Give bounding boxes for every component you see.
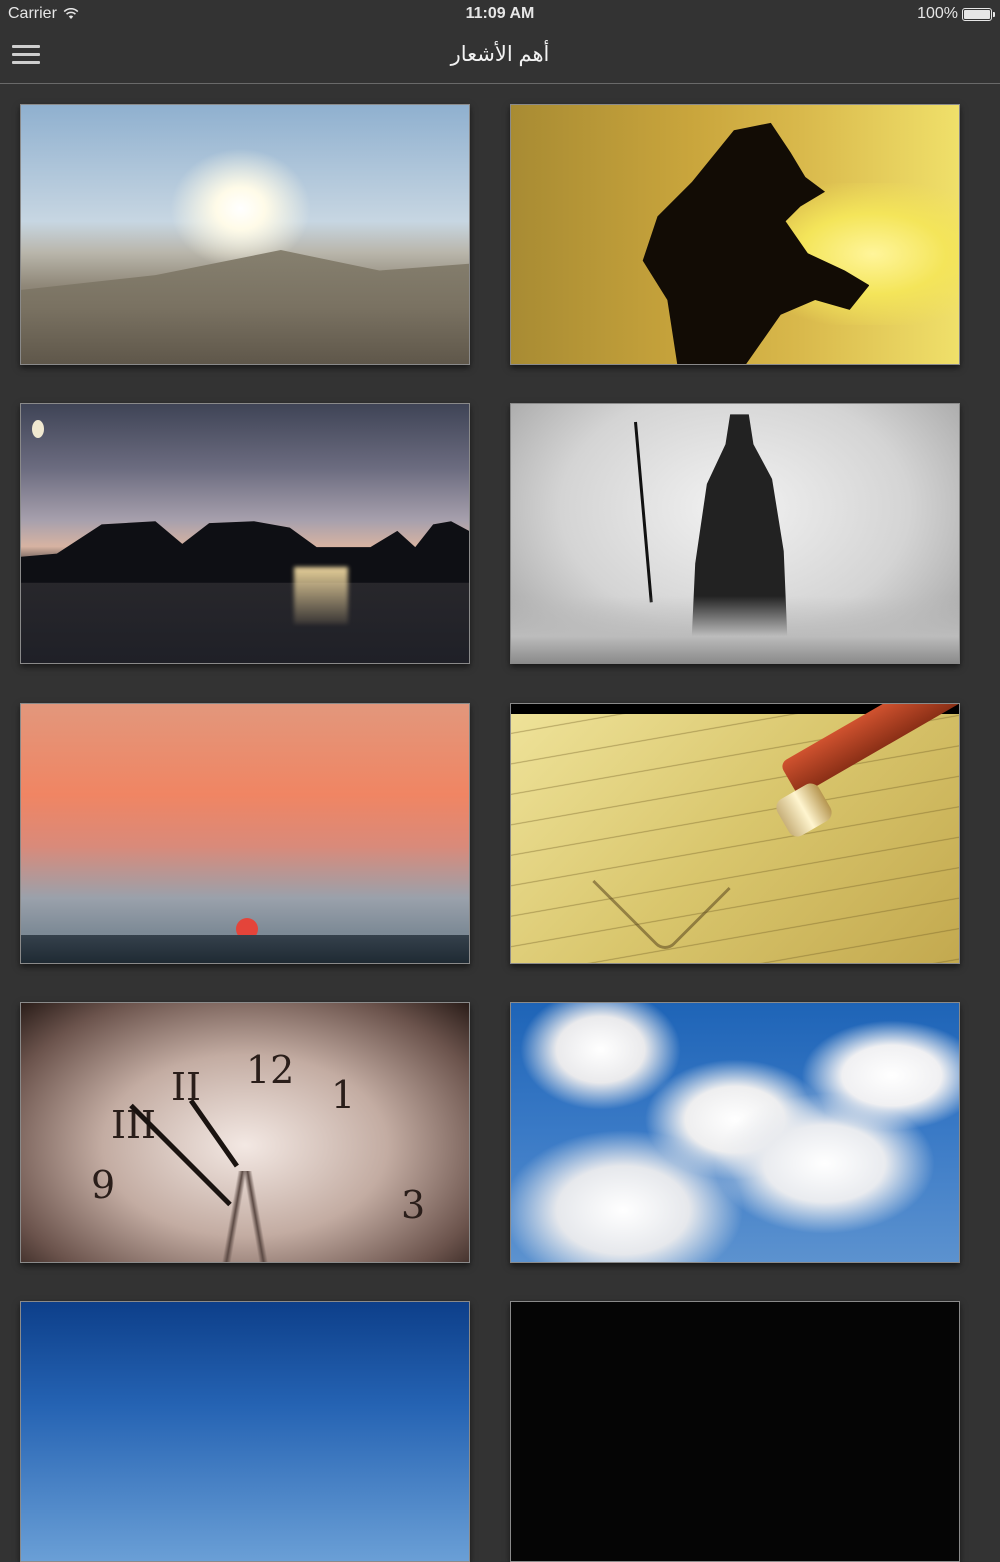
clock-rails-image[interactable]: II 12 1 III 9 3: [20, 1002, 470, 1263]
status-time: 11:09 AM: [465, 5, 535, 22]
battery-level: [964, 9, 990, 19]
sea-sunset-image[interactable]: [20, 703, 470, 964]
blue-sky-clouds-image[interactable]: [510, 1002, 960, 1263]
knight-sword-image[interactable]: [510, 403, 960, 664]
blue-sky-image[interactable]: [20, 1301, 470, 1562]
battery-icon: [962, 7, 995, 21]
battery-percent: 100%: [917, 5, 958, 22]
navigation-bar: أهم الأشعار: [0, 28, 1000, 84]
black-horse-image[interactable]: [510, 104, 960, 365]
pencil-heart-image[interactable]: [510, 703, 960, 964]
page-title: أهم الأشعار: [450, 43, 550, 66]
status-bar: Carrier 11:09 AM 100%: [0, 0, 1000, 28]
lake-dusk-image[interactable]: [20, 403, 470, 664]
dark-image[interactable]: [510, 1301, 960, 1562]
desert-sun-image[interactable]: [20, 104, 470, 365]
battery-group: 100%: [917, 5, 995, 23]
